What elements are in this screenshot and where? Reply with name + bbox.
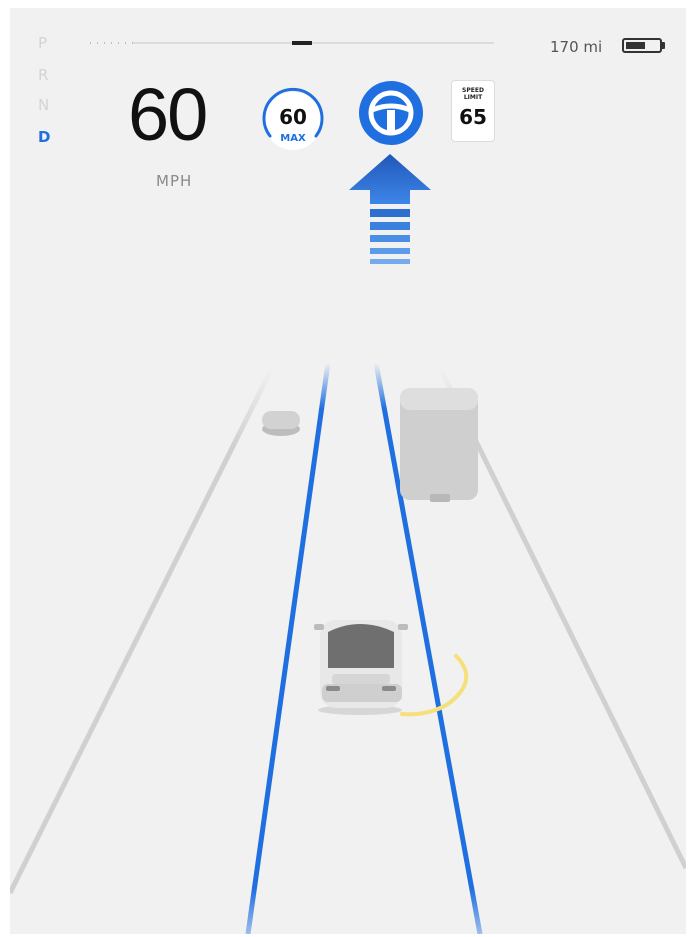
current-speed: 60 [128, 73, 208, 156]
left-lane-line [245, 362, 331, 934]
battery-level-fill [626, 42, 645, 49]
nearby-vehicle-left [262, 411, 300, 436]
nearby-truck [400, 388, 478, 502]
gear-n: N [38, 96, 50, 114]
battery-icon [622, 38, 662, 53]
battery-tip [662, 42, 665, 49]
range-readout: 170 mi [550, 38, 603, 56]
speed-limit-value: 65 [459, 105, 487, 129]
gear-d: D [38, 128, 51, 146]
cruise-max-label: MAX [280, 133, 306, 144]
gear-p: P [38, 34, 48, 52]
lane-change-arrow-icon [349, 154, 431, 264]
speed-limit-label: SPEED LIMIT [462, 87, 484, 101]
ego-vehicle [314, 620, 408, 715]
steering-wheel-icon [359, 81, 423, 145]
gear-r: R [38, 66, 49, 84]
cruise-set-speed: 60 [279, 105, 307, 129]
autopilot-display: P R N D 60 MPH 60 MAX SPEED LIMIT 65 170… [10, 8, 686, 934]
speed-limit-sign: SPEED LIMIT 65 [451, 80, 495, 142]
road-scene [10, 154, 686, 934]
left-road-edge [10, 366, 275, 895]
speed-unit: MPH [156, 172, 193, 190]
